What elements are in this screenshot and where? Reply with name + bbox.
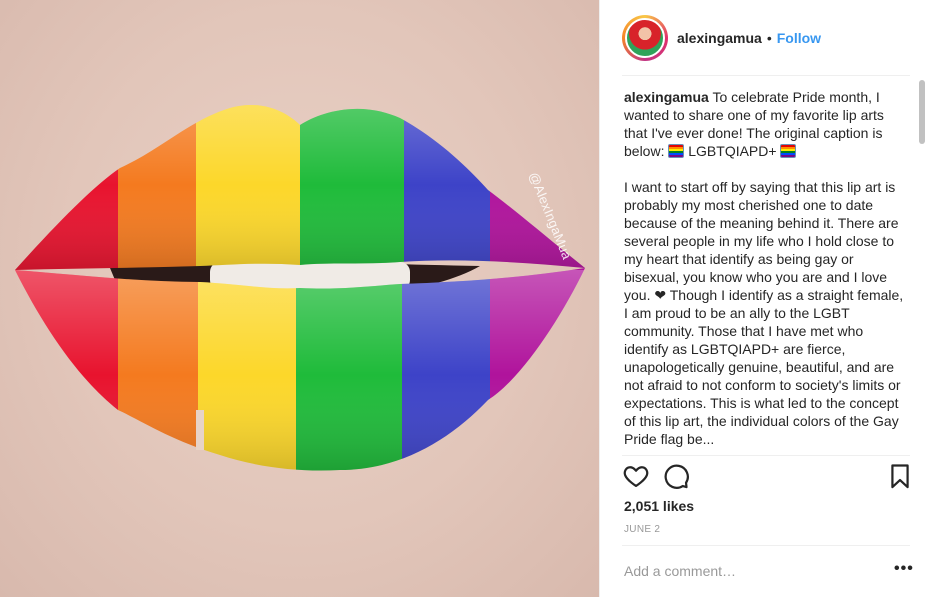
separator-dot: •: [766, 29, 772, 46]
skin-gap: [196, 410, 204, 450]
speech-bubble-icon[interactable]: [662, 462, 690, 490]
avatar[interactable]: [625, 17, 665, 58]
post-photo[interactable]: @AlexIngaMua: [0, 0, 599, 597]
divider: [622, 545, 910, 546]
header-username[interactable]: alexingamua: [677, 30, 762, 46]
scrollbar-thumb[interactable]: [919, 80, 925, 144]
caption-scrollbar[interactable]: [918, 78, 928, 458]
lower-lip: [15, 268, 585, 471]
follow-button[interactable]: Follow: [777, 30, 821, 46]
caption-body-2: Though I identify as a straight female, …: [624, 287, 904, 447]
heart-emoji-icon: ❤: [654, 287, 667, 303]
more-options-icon[interactable]: •••: [894, 560, 914, 578]
caption-tag: LGBTQIAPD+: [688, 143, 777, 159]
rainbow-flag-icon: [780, 144, 797, 158]
add-comment-input[interactable]: [624, 560, 874, 582]
post-date[interactable]: JUNE 2: [624, 524, 660, 535]
divider: [622, 75, 910, 76]
story-ring[interactable]: [622, 14, 668, 61]
bookmark-icon[interactable]: [886, 462, 914, 490]
rainbow-lips-illustration: [15, 104, 585, 471]
caption-username[interactable]: alexingamua: [624, 89, 709, 105]
post-side-panel: alexingamua • Follow alexingamua To cele…: [599, 0, 929, 597]
post-header: alexingamua • Follow: [600, 0, 929, 75]
likes-count[interactable]: 2,051 likes: [624, 498, 694, 514]
heart-outline-icon[interactable]: [622, 462, 650, 490]
post-caption: alexingamua To celebrate Pride month, I …: [624, 88, 906, 454]
divider: [622, 455, 910, 456]
rainbow-flag-icon: [668, 144, 685, 158]
caption-body-1: I want to start off by saying that this …: [624, 179, 899, 303]
action-bar: [622, 462, 914, 492]
